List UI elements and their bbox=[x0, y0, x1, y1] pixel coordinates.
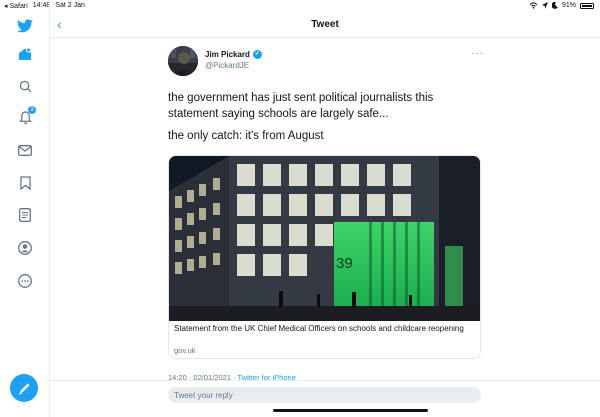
profile-icon[interactable] bbox=[15, 238, 35, 258]
moon-icon bbox=[551, 2, 558, 9]
link-card-title: Statement from the UK Chief Medical Offi… bbox=[174, 324, 464, 333]
notifications-badge: 3 bbox=[28, 106, 36, 114]
link-card[interactable]: 39 Statement from the UK Chief Medical O… bbox=[168, 155, 481, 359]
reply-bar bbox=[50, 380, 600, 417]
bookmarks-icon[interactable] bbox=[15, 173, 35, 193]
twitter-logo-icon[interactable] bbox=[15, 16, 35, 36]
author-name[interactable]: Jim Pickard bbox=[205, 50, 250, 59]
search-icon[interactable] bbox=[15, 76, 35, 96]
status-bar: ◂ Safari 14:48 Sat 2 Jan 91% bbox=[0, 0, 600, 12]
status-date: Sat 2 Jan bbox=[55, 2, 85, 9]
home-icon[interactable] bbox=[15, 44, 35, 64]
sidebar: 3 bbox=[0, 0, 50, 417]
compose-icon bbox=[18, 382, 30, 395]
battery-percentage: 91% bbox=[561, 2, 576, 9]
link-card-image: 39 bbox=[169, 156, 480, 321]
battery-icon bbox=[580, 2, 594, 9]
reply-input[interactable] bbox=[168, 387, 481, 403]
tweet-text-line: the only catch: it's from August bbox=[168, 130, 324, 142]
page-title: Tweet bbox=[311, 19, 339, 30]
author-name-row[interactable]: Jim Pickard ✓ bbox=[205, 50, 262, 59]
tweet-text-line: the government has just sent political j… bbox=[168, 92, 434, 120]
location-icon bbox=[541, 2, 548, 9]
tweet-text: the government has just sent political j… bbox=[168, 90, 468, 150]
link-card-domain: gov.uk bbox=[174, 346, 196, 355]
building-number-text: 39 bbox=[336, 255, 353, 272]
avatar[interactable] bbox=[168, 46, 198, 76]
home-indicator[interactable] bbox=[273, 409, 428, 412]
notifications-icon[interactable]: 3 bbox=[15, 106, 36, 128]
verified-badge-icon: ✓ bbox=[252, 50, 262, 59]
compose-tweet-button[interactable] bbox=[10, 374, 38, 402]
tweet-more-options-icon[interactable]: ··· bbox=[471, 48, 484, 59]
wifi-icon bbox=[529, 2, 538, 9]
more-icon[interactable] bbox=[15, 271, 35, 291]
author-handle[interactable]: @PickardJE bbox=[205, 61, 249, 70]
lists-icon[interactable] bbox=[15, 205, 35, 225]
page-header: ‹ Tweet bbox=[50, 12, 600, 38]
messages-icon[interactable] bbox=[15, 140, 35, 160]
